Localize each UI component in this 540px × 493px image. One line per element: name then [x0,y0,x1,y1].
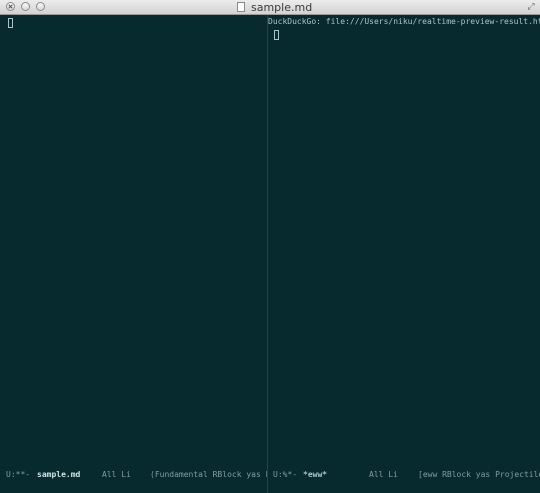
zoom-window-button[interactable] [36,2,45,11]
preview-header: DuckDuckGo: file:///Users/niku/realtime-… [268,17,540,26]
fullscreen-icon[interactable]: ⤢ [526,2,536,12]
modeline-status: U:**- [6,470,31,479]
modeline-buffer-name[interactable]: *eww* [303,466,327,483]
minimize-window-button[interactable] [21,2,30,11]
close-window-button[interactable] [6,2,15,11]
window-title: sample.md [251,1,313,14]
text-cursor [274,30,279,40]
modeline-position: All Li [369,470,398,479]
modeline-position: All Li [102,470,131,479]
modeline-modes[interactable]: [eww RBlock yas Projectile[n [418,466,540,483]
editor-pane-left[interactable] [0,15,267,466]
document-icon [237,2,245,12]
modeline-right: U:%*- *eww* All Li [eww RBlock yas Proje… [268,466,540,483]
modeline-modes[interactable]: (Fundamental RBlock yas Pro [150,466,267,483]
window-titlebar: sample.md ⤢ [0,0,540,15]
text-cursor [8,18,13,28]
modeline-buffer-name[interactable]: sample.md [37,466,80,483]
modeline-status: U:%*- [273,470,298,479]
modeline-left: U:**- sample.md All Li (Fundamental RBlo… [0,466,267,483]
preview-pane-right[interactable]: DuckDuckGo: file:///Users/niku/realtime-… [268,15,540,466]
